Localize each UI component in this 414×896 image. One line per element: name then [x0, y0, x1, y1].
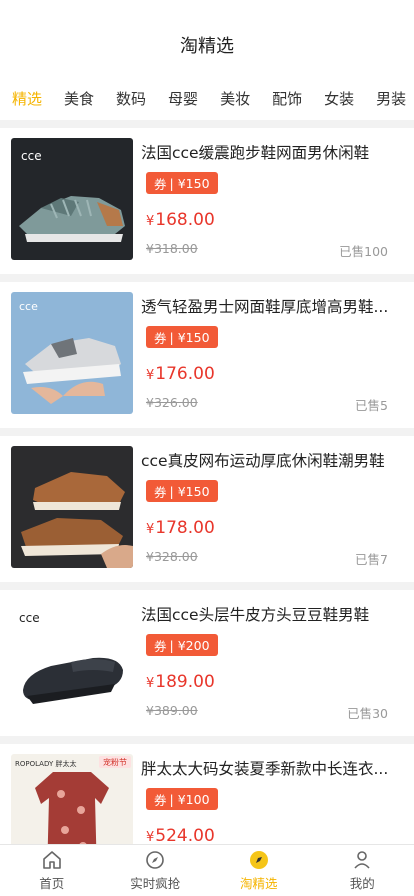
user-icon: [351, 849, 373, 871]
compass-icon: [144, 849, 166, 871]
sold-count: 已售100: [339, 244, 388, 259]
product-name: 法国cce头层牛皮方头豆豆鞋男鞋: [141, 606, 370, 624]
nav-featured[interactable]: 淘精选: [207, 845, 311, 896]
product-name: cce真皮网布运动厚底休闲鞋潮男鞋: [141, 452, 385, 470]
coupon-label: 券: [154, 484, 167, 500]
nav-label: 首页: [39, 876, 65, 891]
nav-flash-sale[interactable]: 实时疯抢: [104, 845, 208, 896]
product-card[interactable]: cce 法国cce头层牛皮方头豆豆鞋男鞋 券 | ¥200 ¥189.00 ¥389…: [0, 590, 414, 736]
tab-digital[interactable]: 数码: [116, 88, 146, 109]
brand-logo: cce: [21, 149, 42, 163]
product-price: ¥178.00: [146, 518, 215, 538]
nav-label: 我的: [349, 876, 375, 891]
coupon-value: ¥150: [177, 329, 210, 345]
coupon-badge: 券 | ¥150: [146, 172, 218, 194]
product-price: ¥524.00: [146, 826, 215, 846]
price-value: 176.00: [155, 364, 215, 384]
promo-badge: 宠粉节: [103, 757, 127, 767]
product-name: 法国cce缓震跑步鞋网面男休闲鞋: [141, 144, 370, 162]
sold-count: 已售30: [347, 706, 388, 721]
nav-home[interactable]: 首页: [0, 845, 104, 896]
home-icon: [41, 849, 63, 871]
price-value: 189.00: [155, 672, 215, 692]
nav-label: 淘精选: [239, 876, 278, 891]
original-price: ¥326.00: [146, 395, 198, 410]
tab-beauty[interactable]: 美妆: [220, 88, 250, 109]
coupon-badge: 券 | ¥150: [146, 480, 218, 502]
product-card[interactable]: cce 透气轻盈男士网面鞋厚底增高男鞋... 券 | ¥150 ¥176.00 ¥3…: [0, 282, 414, 428]
product-list: cce 法国cce缓震跑步鞋网面男休闲鞋 券 | ¥150 ¥168.00 ¥318…: [0, 128, 414, 896]
brand-logo: cce: [19, 300, 38, 313]
product-price: ¥176.00: [146, 364, 215, 384]
tab-womens[interactable]: 女装: [324, 88, 354, 109]
coupon-label: 券: [154, 792, 167, 808]
coupon-value: ¥150: [177, 483, 210, 499]
original-price: ¥389.00: [146, 703, 198, 718]
category-tabs: 精选 美食 数码 母婴 美妆 配饰 女装 男装: [0, 76, 414, 120]
page-title: 淘精选: [180, 36, 234, 57]
nav-label: 实时疯抢: [130, 876, 181, 891]
coupon-value: ¥200: [177, 637, 210, 653]
price-value: 178.00: [155, 518, 215, 538]
tab-baby[interactable]: 母婴: [168, 88, 198, 109]
tag-icon: [248, 849, 270, 871]
sold-count: 已售5: [355, 398, 388, 413]
product-image[interactable]: [11, 446, 133, 568]
price-symbol: ¥: [146, 368, 155, 383]
app: 淘精选 精选 美食 数码 母婴 美妆 配饰 女装 男装 cce 法国cce缓震跑…: [0, 0, 414, 896]
nav-profile[interactable]: 我的: [311, 845, 414, 896]
product-price: ¥189.00: [146, 672, 215, 692]
price-value: 524.00: [155, 826, 215, 846]
coupon-badge: 券 | ¥150: [146, 326, 218, 348]
product-image[interactable]: cce: [11, 292, 133, 414]
price-symbol: ¥: [146, 676, 155, 691]
coupon-value: ¥150: [177, 175, 210, 191]
price-symbol: ¥: [146, 522, 155, 537]
coupon-badge: 券 | ¥200: [146, 634, 218, 656]
brand-logo: cce: [19, 611, 40, 625]
coupon-label: 券: [154, 176, 167, 192]
product-name: 胖太太大码女装夏季新款中长连衣...: [141, 760, 389, 778]
product-card[interactable]: cce 法国cce缓震跑步鞋网面男休闲鞋 券 | ¥150 ¥168.00 ¥318…: [0, 128, 414, 274]
product-name: 透气轻盈男士网面鞋厚底增高男鞋...: [141, 298, 389, 316]
product-price: ¥168.00: [146, 210, 215, 230]
coupon-badge: 券 | ¥100: [146, 788, 218, 810]
product-image[interactable]: cce: [11, 600, 133, 722]
original-price: ¥328.00: [146, 549, 198, 564]
sold-count: 已售7: [355, 552, 388, 567]
tab-featured[interactable]: 精选: [12, 88, 42, 109]
tab-mens[interactable]: 男装: [376, 88, 406, 109]
product-image[interactable]: cce: [11, 138, 133, 260]
bottom-nav: 首页 实时疯抢 淘精选 我的: [0, 844, 414, 896]
tab-food[interactable]: 美食: [64, 88, 94, 109]
price-symbol: ¥: [146, 830, 155, 845]
original-price: ¥318.00: [146, 241, 198, 256]
price-symbol: ¥: [146, 214, 155, 229]
price-value: 168.00: [155, 210, 215, 230]
coupon-label: 券: [154, 330, 167, 346]
brand-logo: ROPOLADY 胖太太: [15, 759, 76, 768]
page-header: 淘精选: [0, 0, 414, 76]
coupon-label: 券: [154, 638, 167, 654]
coupon-value: ¥100: [177, 791, 210, 807]
tab-accessories[interactable]: 配饰: [272, 88, 302, 109]
product-card[interactable]: cce真皮网布运动厚底休闲鞋潮男鞋 券 | ¥150 ¥178.00 ¥328.00…: [0, 436, 414, 582]
